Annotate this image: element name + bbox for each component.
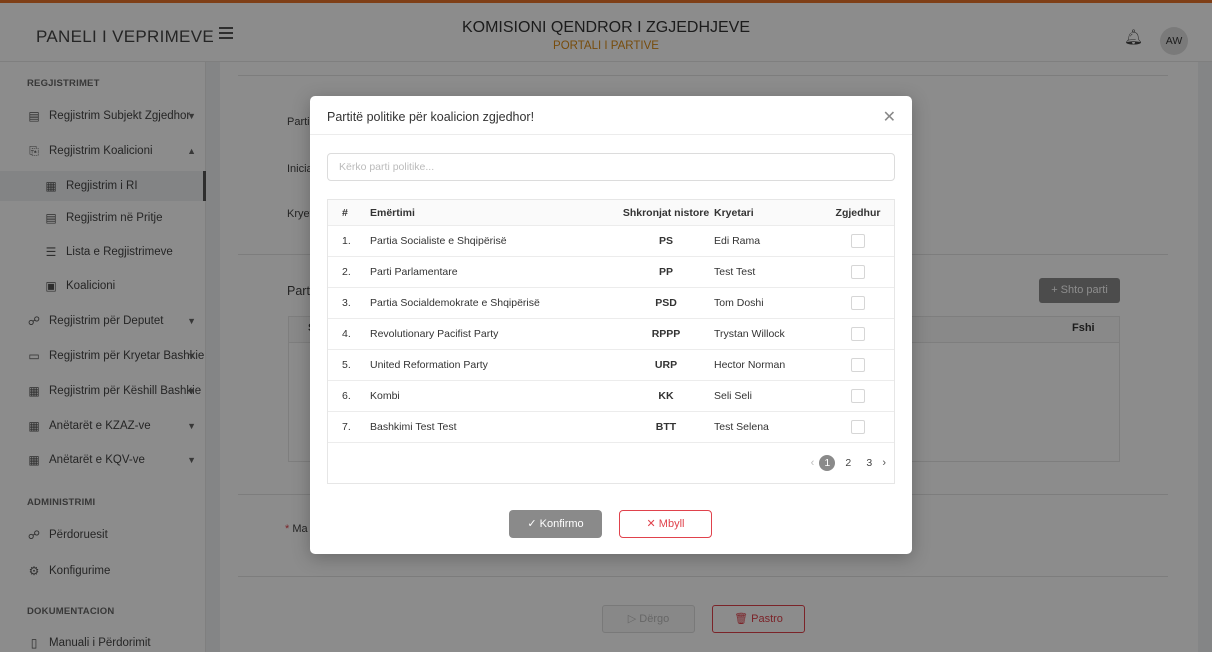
party-name: Partia Socialdemokrate e Shqipërisë	[370, 297, 540, 309]
party-initials: KK	[658, 390, 674, 402]
select-checkbox[interactable]	[851, 265, 865, 279]
party-leader: Hector Norman	[714, 359, 786, 371]
row-number: 5.	[342, 359, 351, 371]
party-name: Parti Parlamentare	[370, 266, 458, 278]
party-leader: Test Selena	[714, 421, 769, 433]
select-checkbox[interactable]	[851, 234, 865, 248]
row-number: 7.	[342, 421, 351, 433]
page-3[interactable]: 3	[861, 455, 877, 471]
page-1[interactable]: 1	[819, 455, 836, 471]
party-name: Revolutionary Pacifist Party	[370, 328, 499, 340]
select-checkbox[interactable]	[851, 296, 865, 310]
close-icon[interactable]: ✕	[883, 107, 896, 127]
select-cell	[828, 288, 888, 318]
table-row: 6. Kombi KK Seli Seli	[328, 381, 894, 412]
confirm-button[interactable]: ✓ Konfirmo	[509, 510, 602, 538]
row-number: 4.	[342, 328, 351, 340]
party-leader: Trystan Willock	[714, 328, 785, 340]
party-initials: RPPP	[651, 328, 681, 340]
table-header-row: # Emërtimi Shkronjat nistore Kryetari Zg…	[328, 200, 894, 226]
party-initials: PP	[658, 266, 673, 278]
chevron-left-icon[interactable]: ‹	[811, 457, 815, 469]
select-cell	[828, 257, 888, 287]
party-initials: PSD	[655, 297, 677, 309]
row-number: 6.	[342, 390, 351, 402]
party-name: United Reformation Party	[370, 359, 488, 371]
select-checkbox[interactable]	[851, 420, 865, 434]
divider	[310, 134, 912, 135]
party-initials: BTT	[655, 421, 677, 433]
close-button[interactable]: ✕ Mbyll	[619, 510, 712, 538]
column-header-number: #	[342, 206, 348, 219]
party-name: Partia Socialiste e Shqipërisë	[370, 235, 507, 247]
select-checkbox[interactable]	[851, 358, 865, 372]
page-2[interactable]: 2	[840, 455, 856, 471]
pagination: ‹ 1 2 3 ›	[811, 455, 886, 471]
table-row: 5. United Reformation Party URP Hector N…	[328, 350, 894, 381]
search-input[interactable]	[327, 153, 895, 181]
select-cell	[828, 319, 888, 349]
party-name: Bashkimi Test Test	[370, 421, 457, 433]
table-row: 3. Partia Socialdemokrate e Shqipërisë P…	[328, 288, 894, 319]
party-leader: Test Test	[714, 266, 756, 278]
select-checkbox[interactable]	[851, 389, 865, 403]
row-number: 1.	[342, 235, 351, 247]
check-icon: ✓	[527, 518, 537, 530]
table-row: 2. Parti Parlamentare PP Test Test	[328, 257, 894, 288]
select-cell	[828, 350, 888, 380]
party-name: Kombi	[370, 390, 400, 402]
party-initials: PS	[658, 235, 673, 247]
close-icon: ✕	[646, 518, 656, 530]
select-cell	[828, 381, 888, 411]
column-header-name: Emërtimi	[370, 206, 415, 219]
select-cell	[828, 412, 888, 442]
party-leader: Seli Seli	[714, 390, 752, 402]
party-leader: Tom Doshi	[714, 297, 764, 309]
party-selection-modal: Partitë politike për koalicion zgjedhor!…	[310, 96, 912, 554]
party-initials: URP	[654, 359, 678, 371]
table-row: 1. Partia Socialiste e Shqipërisë PS Edi…	[328, 226, 894, 257]
chevron-right-icon[interactable]: ›	[882, 457, 886, 469]
select-checkbox[interactable]	[851, 327, 865, 341]
party-leader: Edi Rama	[714, 235, 761, 247]
modal-title: Partitë politike për koalicion zgjedhor!	[327, 110, 535, 124]
column-header-selected: Zgjedhur	[835, 206, 881, 219]
select-cell	[828, 226, 888, 256]
table-row: 7. Bashkimi Test Test BTT Test Selena	[328, 412, 894, 443]
column-header-leader: Kryetari	[714, 206, 754, 219]
party-table: # Emërtimi Shkronjat nistore Kryetari Zg…	[327, 199, 895, 484]
row-number: 3.	[342, 297, 351, 309]
column-header-initials: Shkronjat nistore	[622, 206, 710, 219]
table-row: 4. Revolutionary Pacifist Party RPPP Try…	[328, 319, 894, 350]
row-number: 2.	[342, 266, 351, 278]
